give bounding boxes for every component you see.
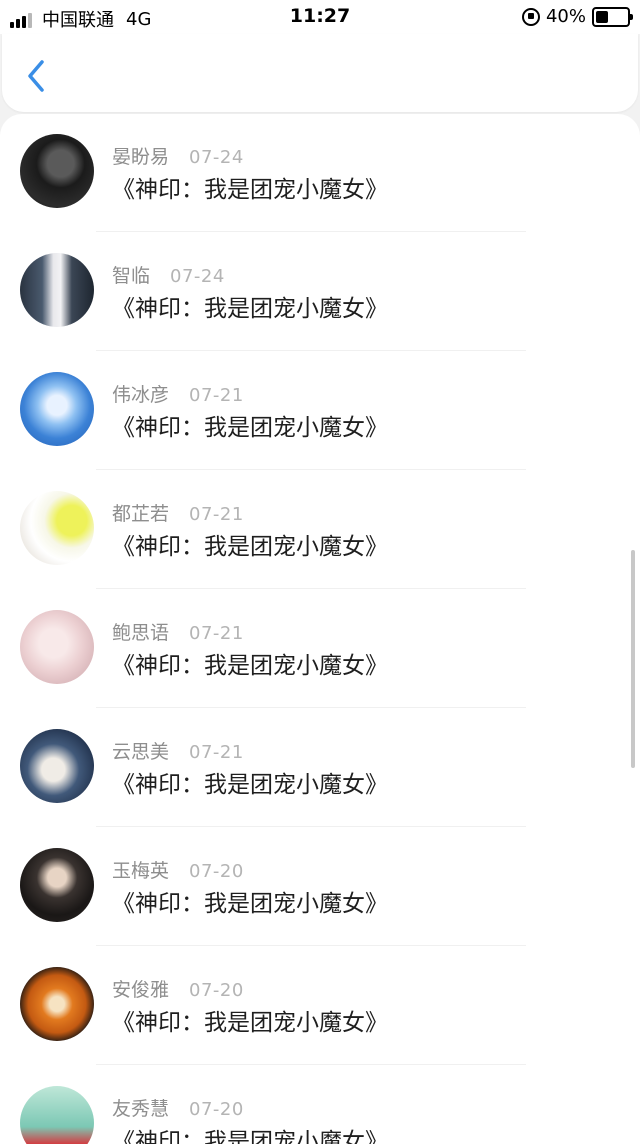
list-item[interactable]: 晏盼易 07-24 《神印：我是团宠小魔女》 xyxy=(0,114,640,233)
avatar[interactable] xyxy=(20,848,94,922)
status-bar: 中国联通 4G 11:27 40% xyxy=(0,0,640,34)
user-name: 安俊雅 xyxy=(112,979,170,1001)
item-title: 《神印：我是团宠小魔女》 xyxy=(112,296,388,322)
user-name: 云思美 xyxy=(112,741,170,763)
item-meta: 晏盼易 07-24 xyxy=(112,142,244,169)
user-name: 智临 xyxy=(112,265,151,287)
item-title: 《神印：我是团宠小魔女》 xyxy=(112,177,388,203)
list-item[interactable]: 玉梅英 07-20 《神印：我是团宠小魔女》 xyxy=(0,828,640,947)
divider xyxy=(96,231,526,232)
item-title: 《神印：我是团宠小魔女》 xyxy=(112,534,388,560)
item-meta: 伟冰彦 07-21 xyxy=(112,380,244,407)
item-title: 《神印：我是团宠小魔女》 xyxy=(112,653,388,679)
divider xyxy=(96,826,526,827)
avatar[interactable] xyxy=(20,372,94,446)
item-meta: 友秀慧 07-20 xyxy=(112,1094,244,1121)
avatar[interactable] xyxy=(20,610,94,684)
user-name: 鲍思语 xyxy=(112,622,170,644)
item-date: 07-21 xyxy=(189,623,244,644)
item-title: 《神印：我是团宠小魔女》 xyxy=(112,415,388,441)
avatar[interactable] xyxy=(20,1086,94,1144)
battery-fill xyxy=(596,10,608,23)
list-item[interactable]: 友秀慧 07-20 《神印：我是团宠小魔女》 xyxy=(0,1066,640,1144)
avatar[interactable] xyxy=(20,729,94,803)
battery-icon xyxy=(592,6,633,27)
divider xyxy=(96,469,526,470)
list-item[interactable]: 都芷若 07-21 《神印：我是团宠小魔女》 xyxy=(0,471,640,590)
list-item[interactable]: 云思美 07-21 《神印：我是团宠小魔女》 xyxy=(0,709,640,828)
item-meta: 鲍思语 07-21 xyxy=(112,618,244,645)
item-title: 《神印：我是团宠小魔女》 xyxy=(112,891,388,917)
avatar[interactable] xyxy=(20,491,94,565)
item-date: 07-20 xyxy=(189,980,244,1001)
back-button[interactable] xyxy=(20,56,56,96)
avatar[interactable] xyxy=(20,967,94,1041)
item-date: 07-24 xyxy=(170,266,225,287)
list-item[interactable]: 鲍思语 07-21 《神印：我是团宠小魔女》 xyxy=(0,590,640,709)
divider xyxy=(96,945,526,946)
list-item[interactable]: 伟冰彦 07-21 《神印：我是团宠小魔女》 xyxy=(0,352,640,471)
scrollbar[interactable] xyxy=(631,550,635,768)
user-name: 都芷若 xyxy=(112,503,170,525)
item-title: 《神印：我是团宠小魔女》 xyxy=(112,1010,388,1036)
item-title: 《神印：我是团宠小魔女》 xyxy=(112,772,388,798)
list-item[interactable]: 智临 07-24 《神印：我是团宠小魔女》 xyxy=(0,233,640,352)
divider xyxy=(96,350,526,351)
item-meta: 安俊雅 07-20 xyxy=(112,975,244,1002)
divider xyxy=(96,1064,526,1065)
avatar[interactable] xyxy=(20,134,94,208)
rotation-lock-icon xyxy=(521,7,540,26)
item-date: 07-21 xyxy=(189,742,244,763)
chevron-left-icon xyxy=(28,60,44,92)
item-date: 07-20 xyxy=(189,861,244,882)
battery-cap xyxy=(630,13,633,20)
avatar[interactable] xyxy=(20,253,94,327)
user-name: 伟冰彦 xyxy=(112,384,170,406)
divider xyxy=(96,588,526,589)
list-item[interactable]: 安俊雅 07-20 《神印：我是团宠小魔女》 xyxy=(0,947,640,1066)
divider xyxy=(96,707,526,708)
comment-list: 晏盼易 07-24 《神印：我是团宠小魔女》 智临 07-24 《神印：我是团宠… xyxy=(0,114,640,1144)
item-meta: 智临 07-24 xyxy=(112,261,225,288)
user-name: 晏盼易 xyxy=(112,146,170,168)
battery-percentage: 40% xyxy=(545,6,586,27)
nav-bar xyxy=(2,34,638,112)
item-date: 07-21 xyxy=(189,385,244,406)
item-date: 07-20 xyxy=(189,1099,244,1120)
item-meta: 都芷若 07-21 xyxy=(112,499,244,526)
item-meta: 云思美 07-21 xyxy=(112,737,244,764)
item-date: 07-21 xyxy=(189,504,244,525)
item-meta: 玉梅英 07-20 xyxy=(112,856,244,883)
user-name: 玉梅英 xyxy=(112,860,170,882)
status-right: 40% xyxy=(521,6,633,27)
user-name: 友秀慧 xyxy=(112,1098,170,1120)
item-date: 07-24 xyxy=(189,147,244,168)
item-title: 《神印：我是团宠小魔女》 xyxy=(112,1129,388,1144)
